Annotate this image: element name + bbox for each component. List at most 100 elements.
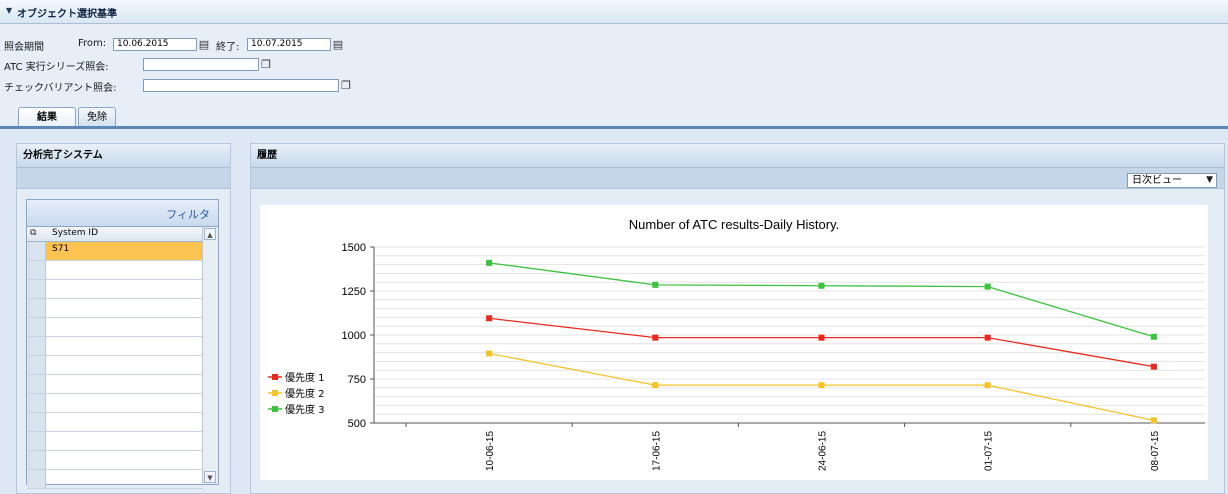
series-line bbox=[489, 317, 1155, 368]
history-panel-toolbar: 日次ビュー ▼ bbox=[251, 168, 1224, 189]
x-tick-label: 10-06-15 bbox=[485, 431, 496, 471]
table-row[interactable] bbox=[27, 470, 203, 489]
data-point bbox=[486, 350, 493, 357]
system-id-cell[interactable] bbox=[46, 470, 203, 488]
row-selector[interactable] bbox=[27, 432, 46, 450]
systems-panel-toolbar bbox=[17, 168, 230, 189]
row-selector[interactable] bbox=[27, 337, 46, 355]
history-panel-title: 履歴 bbox=[251, 144, 1224, 168]
value-help-icon[interactable]: ❐ bbox=[259, 58, 273, 71]
system-id-cell[interactable] bbox=[46, 375, 203, 393]
row-selector[interactable] bbox=[27, 280, 46, 298]
tab-exemptions[interactable]: 免除 bbox=[78, 107, 116, 126]
system-id-cell[interactable] bbox=[46, 356, 203, 374]
history-chart: Number of ATC results-Daily History. 500 7… bbox=[260, 205, 1208, 480]
x-tick-label: 17-06-15 bbox=[651, 431, 662, 471]
system-id-cell[interactable] bbox=[46, 261, 203, 279]
x-tick-label: 01-07-15 bbox=[984, 431, 995, 471]
data-point bbox=[652, 382, 659, 389]
row-selector[interactable] bbox=[27, 261, 46, 279]
value-help-icon[interactable]: ❐ bbox=[339, 79, 353, 92]
legend-marker bbox=[272, 406, 278, 412]
x-tick-label: 24-06-15 bbox=[818, 431, 829, 471]
systems-panel-title: 分析完了システム bbox=[17, 144, 230, 168]
variant-input[interactable] bbox=[143, 79, 339, 92]
data-point bbox=[1150, 333, 1157, 340]
period-label: 照会期間 bbox=[4, 42, 44, 53]
filter-bar: フィルタ bbox=[27, 200, 218, 227]
x-tick-label: 08-07-15 bbox=[1150, 431, 1161, 471]
legend-marker bbox=[272, 374, 278, 380]
row-selector[interactable] bbox=[27, 451, 46, 469]
column-header-system-id[interactable]: System ID bbox=[52, 228, 98, 238]
system-id-cell[interactable] bbox=[46, 337, 203, 355]
table-row[interactable] bbox=[27, 394, 203, 413]
table-row[interactable] bbox=[27, 413, 203, 432]
row-selector[interactable] bbox=[27, 299, 46, 317]
calendar-icon[interactable]: ▤ bbox=[197, 38, 211, 51]
table-row[interactable] bbox=[27, 280, 203, 299]
system-id-cell[interactable] bbox=[46, 413, 203, 431]
data-point bbox=[486, 315, 493, 322]
table-row[interactable] bbox=[27, 337, 203, 356]
system-id-cell[interactable] bbox=[46, 451, 203, 469]
table-row[interactable]: S71 bbox=[27, 242, 203, 261]
table-row[interactable] bbox=[27, 451, 203, 470]
system-id-cell[interactable] bbox=[46, 432, 203, 450]
dropdown-arrow-icon[interactable]: ▼ bbox=[1206, 174, 1213, 187]
data-point bbox=[652, 334, 659, 341]
data-point bbox=[984, 334, 991, 341]
data-point bbox=[486, 259, 493, 266]
data-point bbox=[1150, 417, 1157, 424]
tab-results[interactable]: 結果 bbox=[18, 107, 76, 128]
y-tick-label: 1000 bbox=[342, 330, 366, 342]
calendar-icon[interactable]: ▤ bbox=[331, 38, 345, 51]
table-row[interactable] bbox=[27, 375, 203, 394]
series-input[interactable] bbox=[143, 58, 259, 71]
filter-link[interactable]: フィルタ bbox=[166, 206, 210, 222]
data-point bbox=[818, 382, 825, 389]
y-tick-label: 1500 bbox=[342, 242, 366, 254]
tab-divider bbox=[0, 126, 1228, 129]
system-id-cell[interactable]: S71 bbox=[46, 242, 203, 260]
select-all-icon[interactable]: ⧉ bbox=[30, 228, 36, 238]
table-scrollbar[interactable]: ▲ ▼ bbox=[202, 227, 218, 484]
y-tick-label: 500 bbox=[348, 418, 366, 430]
y-tick-label: 750 bbox=[348, 374, 366, 386]
data-point bbox=[984, 283, 991, 290]
row-selector[interactable] bbox=[27, 318, 46, 336]
system-id-cell[interactable] bbox=[46, 280, 203, 298]
system-id-cell[interactable] bbox=[46, 394, 203, 412]
chart-title: Number of ATC results-Daily History. bbox=[629, 217, 839, 232]
table-row[interactable] bbox=[27, 356, 203, 375]
systems-table: フィルタ ⧉ System ID S71 ▲ ▼ bbox=[26, 199, 219, 489]
y-tick-label: 1250 bbox=[342, 286, 366, 298]
scroll-up-icon[interactable]: ▲ bbox=[204, 228, 216, 240]
criteria-section-title: オブジェクト選択基準 bbox=[17, 9, 117, 20]
table-row[interactable] bbox=[27, 432, 203, 451]
data-point bbox=[984, 382, 991, 389]
row-selector[interactable] bbox=[27, 413, 46, 431]
table-row[interactable] bbox=[27, 318, 203, 337]
system-id-cell[interactable] bbox=[46, 318, 203, 336]
table-row[interactable] bbox=[27, 299, 203, 318]
row-selector[interactable] bbox=[27, 375, 46, 393]
to-date-input[interactable]: 10.07.2015 bbox=[247, 38, 331, 51]
legend-marker bbox=[272, 390, 278, 396]
from-date-input[interactable]: 10.06.2015 bbox=[113, 38, 197, 51]
row-selector[interactable] bbox=[27, 242, 46, 260]
data-point bbox=[818, 334, 825, 341]
collapse-triangle-icon[interactable]: ▼ bbox=[6, 6, 12, 15]
row-selector[interactable] bbox=[27, 470, 46, 488]
row-selector[interactable] bbox=[27, 356, 46, 374]
row-selector[interactable] bbox=[27, 394, 46, 412]
data-point bbox=[652, 281, 659, 288]
view-select[interactable]: 日次ビュー ▼ bbox=[1127, 173, 1217, 188]
table-row[interactable] bbox=[27, 261, 203, 280]
legend-label: 優先度 1 bbox=[285, 371, 325, 384]
criteria-section-header[interactable]: ▼ オブジェクト選択基準 bbox=[0, 0, 1228, 24]
data-point bbox=[1150, 363, 1157, 370]
from-label: From: bbox=[78, 38, 107, 49]
system-id-cell[interactable] bbox=[46, 299, 203, 317]
scroll-down-icon[interactable]: ▼ bbox=[204, 471, 216, 483]
